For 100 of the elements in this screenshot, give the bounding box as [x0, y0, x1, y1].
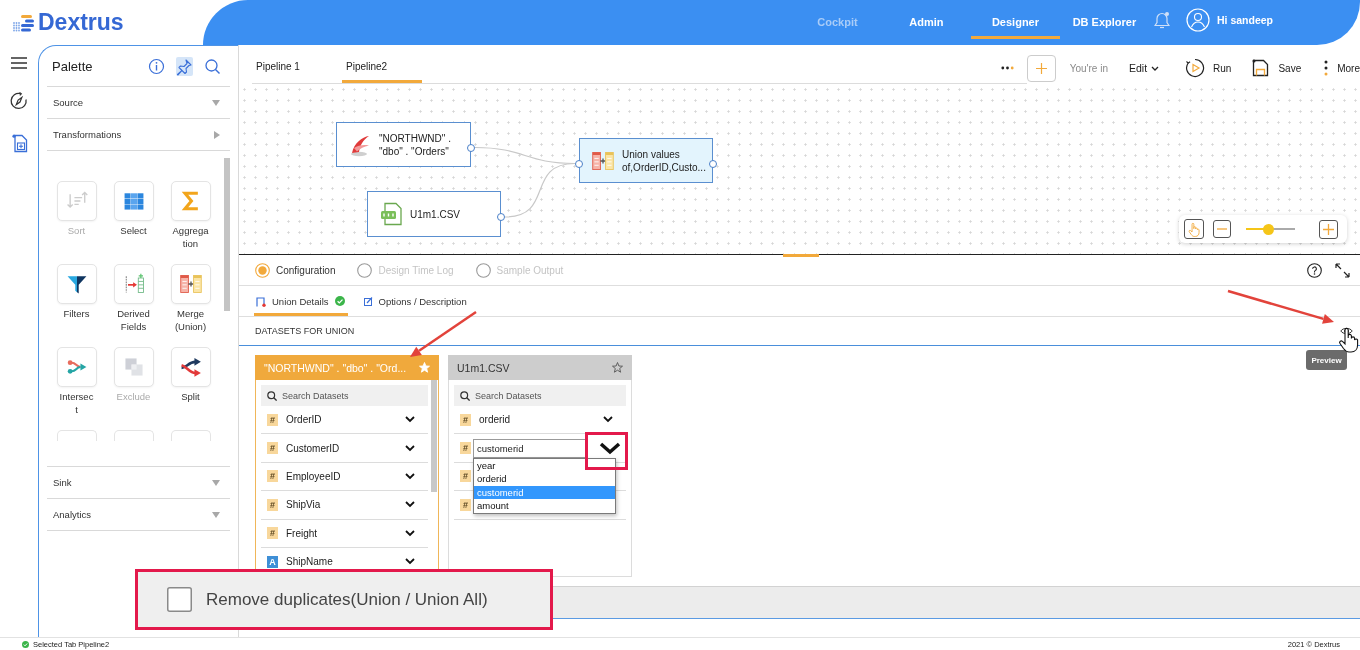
plus-icon — [1323, 223, 1334, 235]
pipeline-node[interactable]: Union values of,OrderID,Custo... — [579, 138, 713, 183]
highlight-frame — [585, 432, 628, 470]
dropdown-option[interactable]: orderid — [474, 472, 615, 486]
palette-tile[interactable]: Split — [170, 347, 211, 404]
menu-icon[interactable] — [11, 57, 27, 69]
chevron-down-icon[interactable] — [405, 416, 415, 424]
palette-tile[interactable] — [56, 430, 97, 441]
type-badge: A — [267, 555, 278, 568]
add-file-icon[interactable] — [10, 134, 28, 153]
dataset-title: "NORTHWND" . "dbo" . "Ord... — [264, 361, 407, 374]
palette-tile[interactable]: Derived Fields — [113, 264, 154, 333]
search-icon — [460, 390, 470, 401]
mode-caption: You're in — [1069, 62, 1108, 74]
detail-tab[interactable]: Options / Description — [361, 286, 470, 316]
section-header[interactable]: Sink — [47, 467, 230, 499]
palette-tile[interactable] — [113, 430, 154, 441]
dropdown-option[interactable]: year — [474, 458, 615, 473]
chevron-down-icon[interactable] — [599, 441, 621, 455]
select-field[interactable]: customerid — [473, 438, 586, 458]
field-name: OrderID — [286, 414, 322, 426]
logo-icon — [12, 13, 36, 32]
chevron-down-icon[interactable] — [603, 416, 613, 424]
port-handle[interactable] — [709, 159, 717, 168]
overlapping-squares-icon — [113, 347, 154, 387]
search-field[interactable]: Search Datasets — [261, 385, 428, 406]
search-icon — [267, 390, 277, 401]
vertical-dots-icon — [1324, 60, 1329, 76]
save-icon — [1252, 59, 1270, 77]
port-handle[interactable] — [497, 213, 505, 221]
intersect-arrows-icon — [56, 347, 97, 387]
pipeline-node[interactable]: "NORTHWND" . "dbo" . "Orders" — [336, 122, 471, 167]
zoom-in-button[interactable] — [1319, 219, 1338, 239]
radio-icon[interactable] — [255, 262, 270, 278]
hand-icon — [1188, 221, 1200, 237]
field-name: ShipName — [286, 556, 333, 568]
palette-tile[interactable]: Select — [113, 181, 154, 238]
section-header[interactable]: Transformations — [47, 119, 230, 151]
search-field[interactable]: Search Datasets — [454, 385, 626, 406]
type-badge: # — [460, 442, 471, 455]
pin-icon[interactable] — [176, 56, 193, 76]
pipeline-node[interactable]: U1m1.CSV — [367, 191, 501, 237]
star-icon[interactable] — [612, 362, 623, 373]
minus-icon — [1217, 228, 1227, 230]
palette-tile[interactable]: Intersect — [56, 347, 97, 416]
merge-tables-icon — [170, 264, 211, 304]
more-button[interactable]: More — [1324, 60, 1360, 76]
field-name: ShipVia — [286, 499, 321, 511]
pipeline-tab[interactable]: Pipeline 1 — [252, 52, 332, 83]
save-button[interactable]: Save — [1252, 59, 1302, 77]
type-badge: # — [460, 413, 471, 426]
checkbox[interactable] — [167, 587, 192, 612]
bell-icon[interactable] — [1153, 11, 1170, 29]
chevron-down-icon[interactable] — [405, 472, 415, 480]
palette-tile[interactable] — [170, 430, 211, 441]
field-name: EmployeeID — [286, 470, 341, 482]
section-header[interactable]: Analytics — [47, 499, 230, 531]
type-badge: # — [267, 470, 278, 483]
annotation-arrow — [410, 310, 477, 357]
radio-option[interactable]: Configuration — [255, 262, 336, 278]
detail-tab[interactable]: Union Details — [254, 286, 348, 316]
dropdown-option[interactable]: amount — [474, 499, 615, 513]
palette-tile[interactable]: Merge (Union) — [170, 264, 211, 333]
zoom-out-button[interactable] — [1213, 220, 1231, 238]
type-badge: # — [267, 498, 278, 511]
compass-icon[interactable] — [10, 92, 28, 110]
avatar-icon[interactable] — [1185, 8, 1210, 32]
pan-button[interactable] — [1184, 219, 1204, 239]
scrollbar-thumb[interactable] — [431, 380, 437, 492]
dataset-title: U1m1.CSV — [457, 361, 510, 374]
funnel-icon — [56, 264, 97, 304]
scrollbar-thumb[interactable] — [224, 158, 230, 311]
field-name: CustomerID — [286, 442, 340, 454]
chevron-down-icon — [1151, 65, 1160, 71]
dataset-header[interactable]: U1m1.CSV — [448, 355, 632, 380]
field-name: orderid — [479, 414, 511, 426]
port-handle[interactable] — [467, 143, 475, 152]
chevron-down-icon[interactable] — [405, 444, 415, 452]
chevron-down-icon[interactable] — [405, 558, 415, 566]
dots-icon[interactable] — [1000, 65, 1014, 70]
resize-handle[interactable] — [783, 254, 819, 257]
search-icon[interactable] — [204, 56, 221, 76]
file-icon — [379, 202, 403, 226]
field-name: Freight — [286, 527, 318, 539]
slider-thumb[interactable] — [1262, 223, 1274, 235]
section-header[interactable]: Source — [47, 87, 230, 119]
type-badge: # — [267, 413, 278, 426]
mode-dropdown[interactable]: Edit — [1128, 62, 1160, 74]
panel-title: Palette — [52, 58, 94, 74]
port-handle[interactable] — [575, 159, 583, 168]
logo-text: Dextrus — [38, 9, 124, 36]
palette-tile[interactable]: Aggregation — [170, 181, 211, 250]
chevron-down-icon[interactable] — [405, 501, 415, 509]
palette-tile[interactable]: Filters — [56, 264, 97, 321]
chevron-down-icon[interactable] — [405, 529, 415, 537]
type-badge: # — [460, 498, 471, 511]
expand-icon[interactable] — [1335, 262, 1350, 278]
info-icon[interactable] — [148, 56, 165, 76]
help-icon[interactable] — [1307, 262, 1322, 278]
run-button[interactable]: Run — [1185, 58, 1232, 78]
